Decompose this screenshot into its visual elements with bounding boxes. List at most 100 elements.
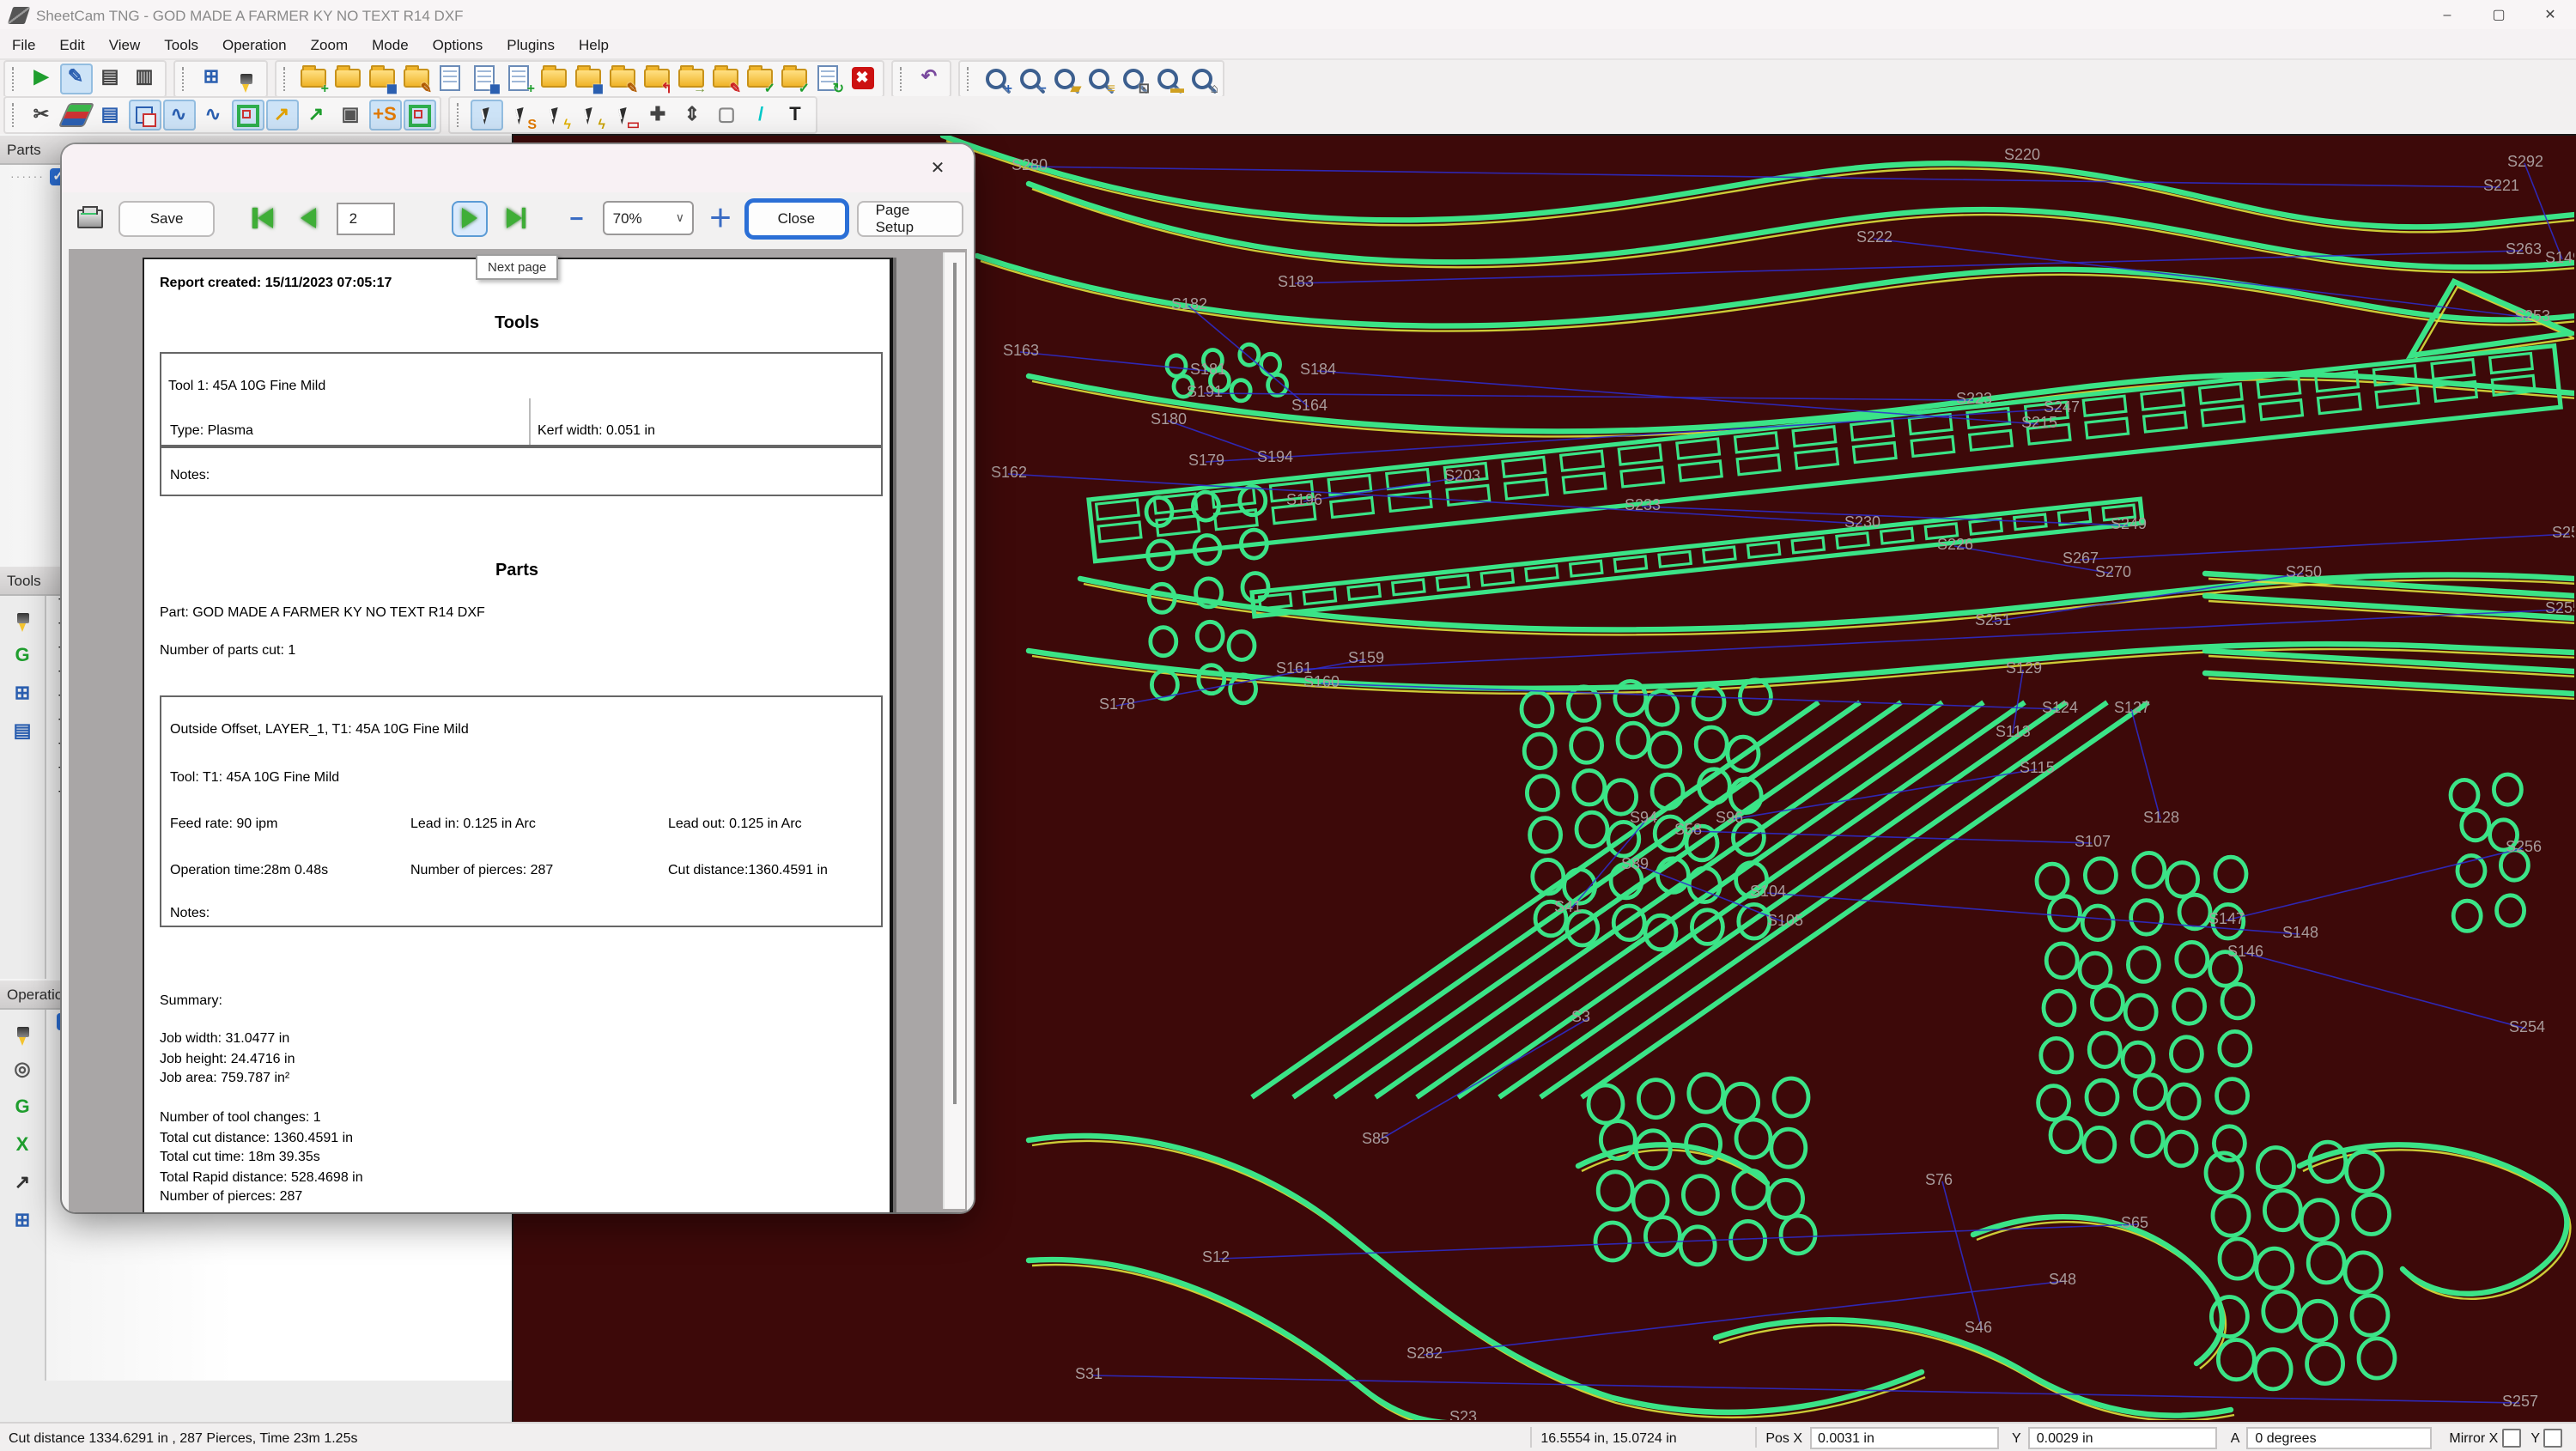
mirror-y-checkbox[interactable] [2543,1428,2562,1447]
open-job-button[interactable] [537,63,569,94]
quick-cut-cursor-button[interactable]: ϟ [538,100,571,131]
show-contours-button[interactable] [231,100,264,131]
delete-button[interactable]: ✖ [846,63,878,94]
plot-button[interactable]: ▥ [128,63,161,94]
new-job-button[interactable]: + [502,63,535,94]
report-dialog-titlebar[interactable]: ✕ [62,144,974,192]
menu-edit[interactable]: Edit [47,29,96,58]
next-page-button[interactable] [453,200,489,236]
dialog-close-icon[interactable]: ✕ [919,151,957,185]
zoom-out-button[interactable]: − [561,204,592,232]
op-export-button[interactable]: X [7,1132,38,1159]
page-setup-button[interactable]: Page Setup [857,200,963,236]
add-start-point-button[interactable]: +S [368,100,401,131]
report-scrollbar-thumb[interactable] [953,263,957,1104]
open-part-button[interactable] [331,63,363,94]
zoom-out-button[interactable]: − [1014,63,1047,94]
op-offset-line: Outside Offset, LAYER_1, T1: 45A 10G Fin… [170,721,469,737]
pos-x-field[interactable]: 0.0031 in [1809,1426,1998,1448]
menu-plugins[interactable]: Plugins [495,29,567,58]
verify-parts-button[interactable]: ✓ [743,63,775,94]
edit-part-button[interactable]: ✎ [399,63,432,94]
op-drill-button[interactable]: ◎ [7,1056,38,1084]
move-part-button[interactable]: ✚ [641,100,674,131]
close-button[interactable]: ✕ [2524,0,2576,29]
scissors-button[interactable]: ✂ [25,100,58,131]
op-torch-button[interactable] [7,1018,38,1046]
zoom-level-select[interactable]: 70% ∨ [603,201,695,235]
import-job-button[interactable]: ↰ [640,63,672,94]
op-simulate-button[interactable]: ↗ [7,1169,38,1197]
menu-mode[interactable]: Mode [360,29,421,58]
pos-y-field[interactable]: 0.0029 in [2028,1426,2217,1448]
tree-expander[interactable]: ······ [10,171,45,183]
menu-view[interactable]: View [97,29,153,58]
zoom-window-button[interactable]: ⊡ [1117,63,1150,94]
save-part-copy-button[interactable]: ◼ [468,63,501,94]
move-node-button[interactable]: ↗ [265,100,298,131]
edit-job-button[interactable]: ✎ [605,63,638,94]
minimize-button[interactable]: – [2421,0,2473,29]
first-page-button[interactable] [245,200,281,236]
op-table-button[interactable]: ⊞ [7,1207,38,1235]
menu-tools[interactable]: Tools [152,29,210,58]
save-part-button[interactable]: ◼ [365,63,398,94]
torch-setup-button[interactable] [229,63,262,94]
calculator-button[interactable]: ⊞ [195,63,228,94]
run-postprocessor-button[interactable]: ▶ [25,63,58,94]
edit-toolset-button[interactable]: ✎ [708,63,741,94]
menu-options[interactable]: Options [421,29,495,58]
page-number-input[interactable]: 2 [337,202,395,234]
angle-field[interactable]: 0 degrees [2246,1426,2432,1448]
show-parts-button[interactable] [128,100,161,131]
menu-help[interactable]: Help [567,29,621,58]
zoom-machine-button[interactable]: ⌂ [1186,63,1218,94]
contour-label-S220: S220 [2004,146,2040,163]
tool-table-button[interactable]: ⊞ [7,680,38,707]
previous-page-button[interactable] [291,200,327,236]
report-scrollbar[interactable] [943,252,965,1209]
rect-select-cursor-button[interactable]: ▭ [607,100,640,131]
mirror-x-checkbox[interactable] [2501,1428,2520,1447]
open-recent-button[interactable]: → [674,63,707,94]
layers-button[interactable] [59,100,92,131]
close-report-button[interactable]: Close [746,200,846,236]
op-gcode-button[interactable]: G [7,1094,38,1121]
machine-button[interactable]: ▣ [334,100,367,131]
zoom-in-button[interactable]: + [980,63,1012,94]
text-tool-button[interactable]: T [779,100,811,131]
zoom-part-button[interactable]: ▰ [1048,63,1081,94]
zoom-in-button[interactable]: ＋ [705,201,736,235]
menu-file[interactable]: File [0,29,47,58]
menu-operation[interactable]: Operation [210,29,299,58]
new-part-button[interactable]: + [296,63,329,94]
edit-polyline-button[interactable]: ∿ [197,100,229,131]
edit-nodes-button[interactable]: ∿ [162,100,195,131]
zoom-all-parts-button[interactable]: ≡ [1083,63,1115,94]
tool-torch-button[interactable] [7,604,38,632]
print-report-button[interactable] [72,200,108,236]
post-output-button[interactable]: ▤ [94,100,126,131]
slash-tool-button[interactable]: / [744,100,777,131]
last-page-button[interactable] [499,200,535,236]
maximize-button[interactable]: ▢ [2473,0,2524,29]
copy-part-button[interactable] [434,63,466,94]
report-button[interactable]: ✎ [59,63,92,94]
menu-zoom[interactable]: Zoom [299,29,360,58]
quick-cut-alt-cursor-button[interactable]: ϟ [573,100,605,131]
resize-part-button[interactable]: ⇕ [676,100,708,131]
dotted-rect-button[interactable]: ▢ [710,100,743,131]
part-mode-button[interactable] [403,100,435,131]
gcode-list-button[interactable]: G [7,642,38,670]
refresh-table-button[interactable]: ↻ [811,63,844,94]
select-cursor-button[interactable] [470,100,502,131]
print-button[interactable]: ▤ [94,63,126,94]
zoom-material-button[interactable]: ▬ [1151,63,1184,94]
approve-parts-button[interactable]: ✓ [777,63,810,94]
save-job-button[interactable]: ◼ [571,63,604,94]
save-button[interactable]: Save [118,200,216,236]
start-point-cursor-button[interactable]: S [504,100,537,131]
tool-info-button[interactable]: ▤ [7,718,38,745]
measure-button[interactable]: ↗ [300,100,332,131]
undo-button[interactable]: ↶ [913,63,945,94]
